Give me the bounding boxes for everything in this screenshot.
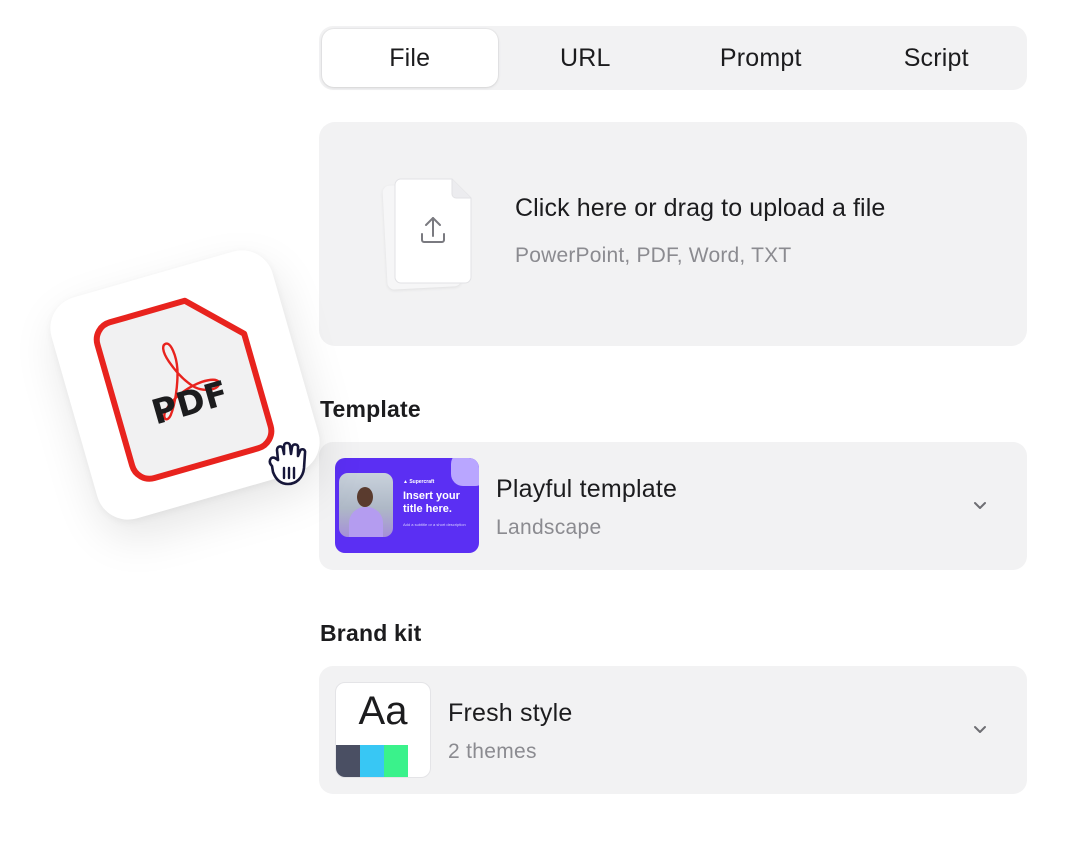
thumbnail-person-body [349,507,383,537]
brand-kit-sample-text: Aa [358,689,408,733]
template-label: Template [320,396,421,422]
tab-prompt[interactable]: Prompt [673,29,849,87]
brand-kit-themes: 2 themes [448,740,537,763]
tab-script[interactable]: Script [849,29,1025,87]
file-upload-dropzone[interactable]: Click here or drag to upload a file Powe… [319,122,1027,346]
template-thumbnail: ▲ Supercraft Insert your title here. Add… [335,458,479,553]
brand-kit-thumbnail: Aa [335,682,431,778]
brand-kit-select[interactable]: Aa Fresh style 2 themes [319,666,1027,794]
source-tabs: File URL Prompt Script [319,26,1027,90]
file-upload-icon [394,178,472,284]
thumbnail-logo: ▲ Supercraft [403,479,435,485]
template-orientation: Landscape [496,516,602,539]
thumbnail-photo [339,473,393,537]
tab-file[interactable]: File [322,29,498,87]
brand-kit-label: Brand kit [320,620,422,646]
upload-formats: PowerPoint, PDF, Word, TXT [515,244,792,267]
template-select[interactable]: ▲ Supercraft Insert your title here. Add… [319,442,1027,570]
thumbnail-person-head [357,487,373,507]
thumbnail-caption: Add a subtitle or a short description [403,522,466,527]
thumbnail-decoration [451,458,479,486]
color-swatch [360,745,384,777]
thumbnail-title: Insert your title here. [403,490,460,515]
chevron-down-icon[interactable] [971,722,989,736]
grab-hand-icon [268,441,307,486]
template-name: Playful template [496,475,678,503]
brand-kit-name: Fresh style [448,699,573,727]
tab-url[interactable]: URL [498,29,674,87]
color-swatch [336,745,360,777]
color-swatch [384,745,408,777]
upload-title: Click here or drag to upload a file [515,194,886,222]
chevron-down-icon[interactable] [971,498,989,512]
